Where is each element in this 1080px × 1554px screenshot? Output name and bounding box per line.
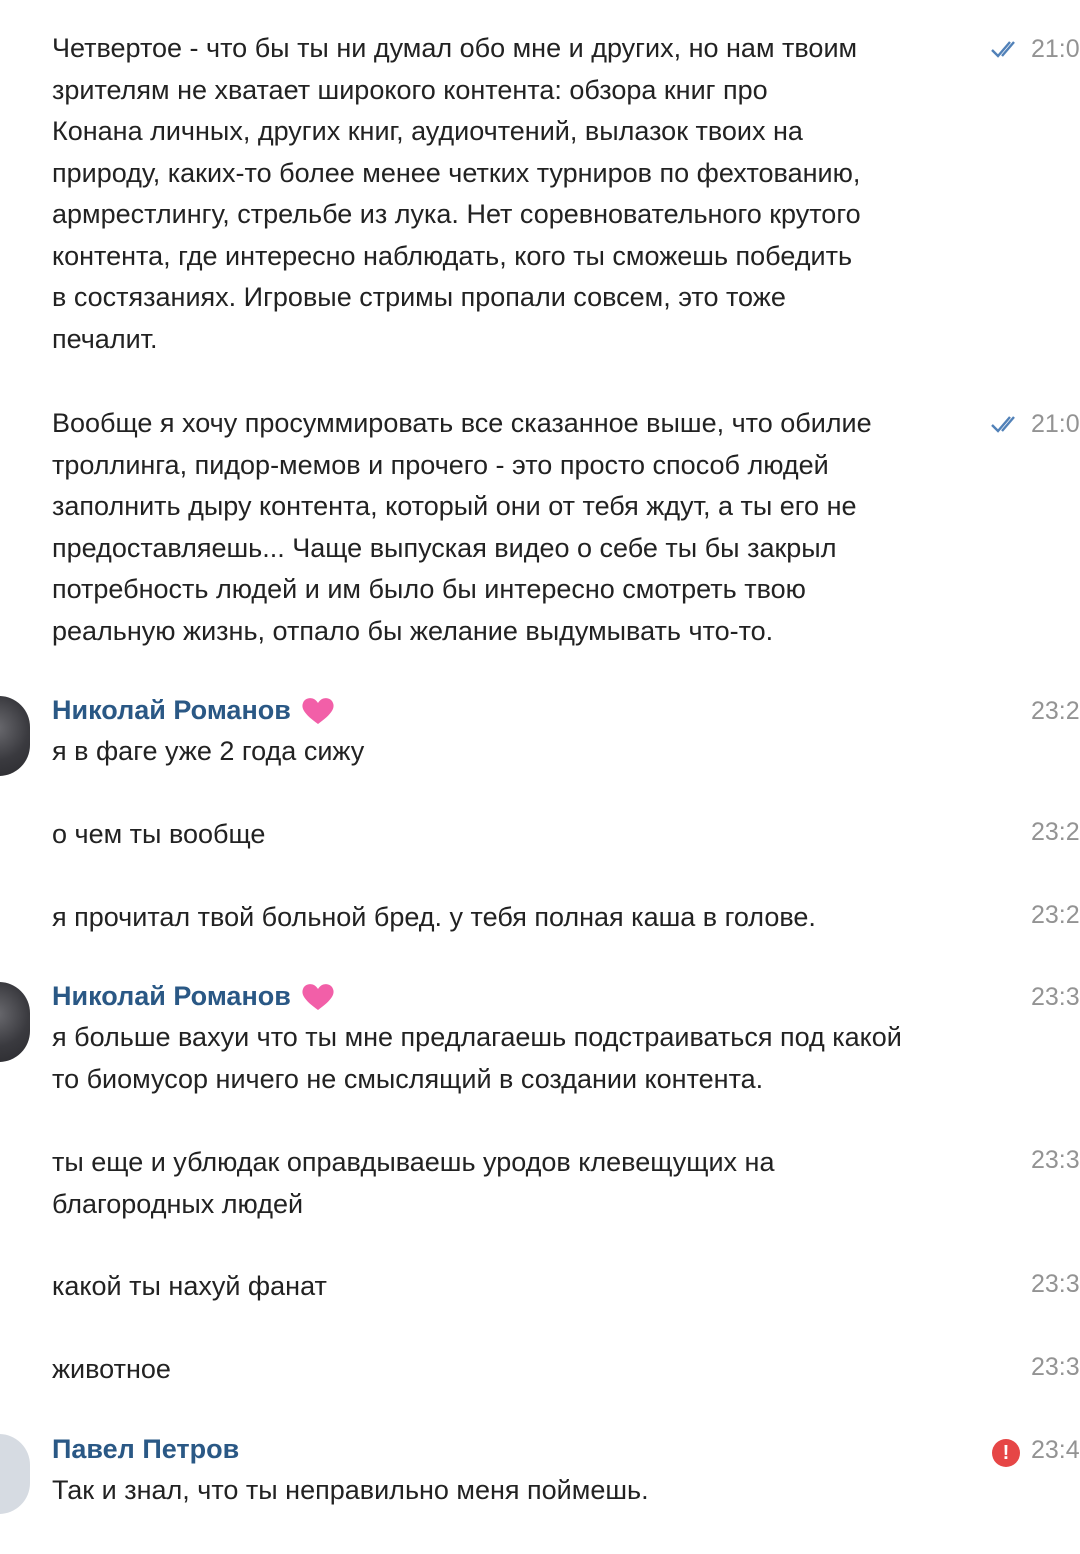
message: какой ты нахуй фанат (52, 1266, 1012, 1308)
message-time: 23:3 (1031, 1353, 1080, 1381)
message-time: 23:2 (1031, 697, 1080, 725)
read-checks-icon (991, 41, 1015, 58)
message-group-1: Николай Романов я в фаге уже 2 года сижу (52, 690, 1012, 773)
message: я прочитал твой больной бред. у тебя пол… (52, 897, 1012, 939)
avatar[interactable] (0, 696, 30, 776)
author-name[interactable]: Николай Романов (52, 690, 335, 731)
message-text: Вообще я хочу просуммировать все сказанн… (52, 408, 872, 646)
author-name-text[interactable]: Николай Романов (52, 690, 291, 731)
author-name[interactable]: Павел Петров (52, 1429, 239, 1470)
message-text: я в фаге уже 2 года сижу (52, 736, 365, 766)
avatar[interactable] (0, 982, 30, 1062)
message-time: 23:2 (1031, 818, 1080, 846)
author-name-text[interactable]: Павел Петров (52, 1429, 239, 1470)
heart-icon (302, 983, 334, 1010)
message: о чем ты вообще (52, 814, 1012, 856)
message-time: 23:3 (1031, 1146, 1080, 1174)
message-time: 23:4 (1031, 1436, 1080, 1464)
message-text: о чем ты вообще (52, 819, 266, 849)
message-1: Четвертое - что бы ты ни думал обо мне и… (52, 28, 1012, 360)
message-text: я больше вахуи что ты мне предлагаешь по… (52, 1022, 902, 1094)
message-group-3: Павел Петров Так и знал, что ты неправил… (52, 1429, 1012, 1512)
error-icon[interactable]: ! (992, 1439, 1020, 1467)
message-text: какой ты нахуй фанат (52, 1271, 327, 1301)
message-time: 23:3 (1031, 983, 1080, 1011)
message: животное (52, 1349, 1012, 1391)
avatar[interactable] (0, 1434, 30, 1514)
message-group-2: Николай Романов я больше вахуи что ты мн… (52, 976, 1012, 1100)
message-text: я прочитал твой больной бред. у тебя пол… (52, 902, 816, 932)
message-text: Так и знал, что ты неправильно меня пойм… (52, 1475, 649, 1505)
heart-icon (302, 697, 334, 724)
message-text: ты еще и ублюдак оправдываешь уродов кле… (52, 1147, 775, 1219)
message-time: 21:0 (1031, 410, 1080, 438)
message-2: Вообще я хочу просуммировать все сказанн… (52, 403, 1012, 652)
message: ты еще и ублюдак оправдываешь уродов кле… (52, 1142, 1012, 1225)
message-text: Четвертое - что бы ты ни думал обо мне и… (52, 33, 861, 354)
message-time: 23:2 (1031, 901, 1080, 929)
message-time: 23:3 (1031, 1270, 1080, 1298)
read-checks-icon (991, 416, 1015, 433)
author-name-text[interactable]: Николай Романов (52, 976, 291, 1017)
author-name[interactable]: Николай Романов (52, 976, 335, 1017)
message-time: 21:0 (1031, 35, 1080, 63)
message-text: животное (52, 1354, 171, 1384)
